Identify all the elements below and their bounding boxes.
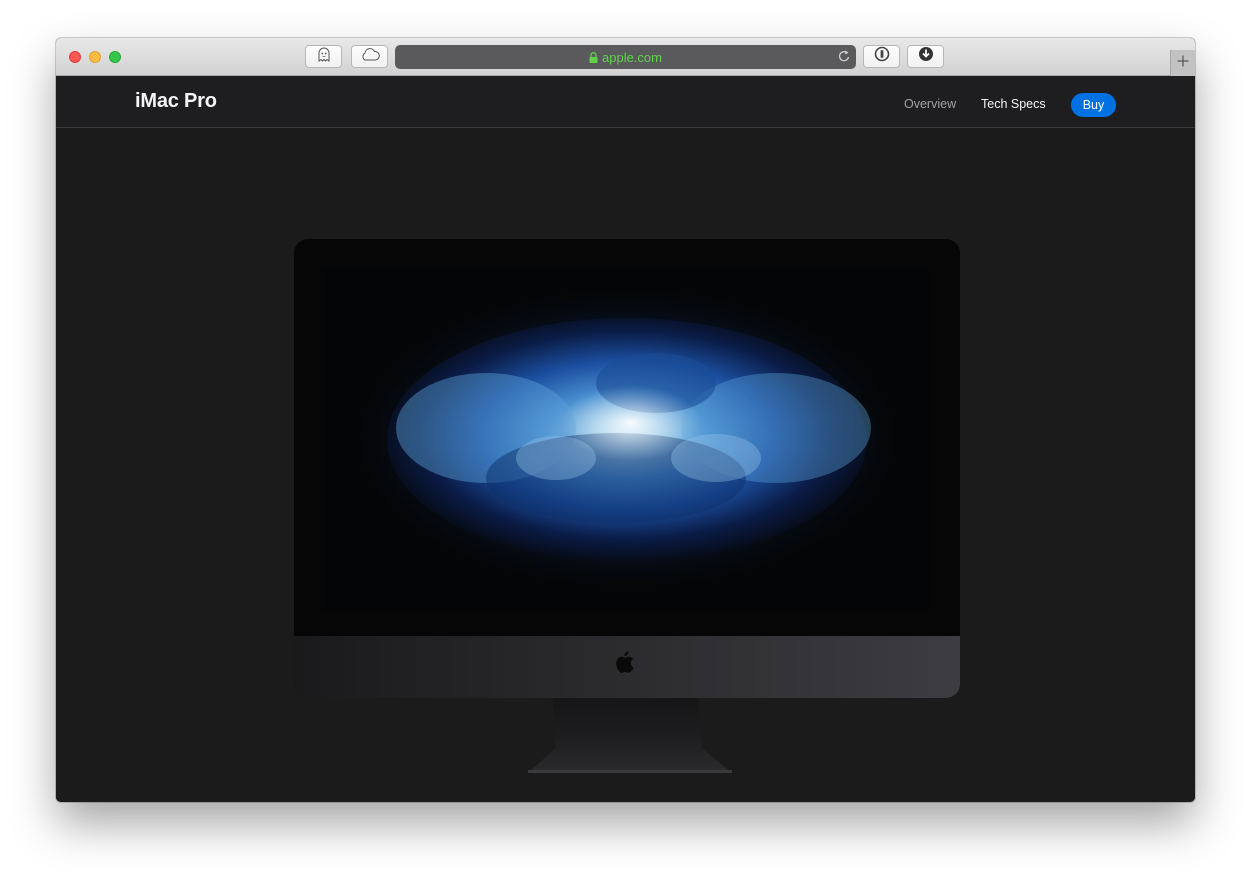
close-window-button[interactable] — [69, 51, 81, 63]
plus-icon — [1177, 54, 1189, 72]
product-title[interactable]: iMac Pro — [135, 90, 217, 113]
nav-link-tech-specs[interactable]: Tech Specs — [981, 97, 1046, 111]
reload-icon[interactable] — [837, 49, 851, 67]
buy-button[interactable]: Buy — [1071, 93, 1116, 117]
1password-icon — [874, 46, 890, 67]
imac-pro-product-image — [294, 239, 960, 773]
ghostery-extension-button[interactable] — [305, 45, 342, 68]
url-text: apple.com — [602, 49, 662, 65]
nav-link-overview[interactable]: Overview — [904, 97, 956, 111]
new-tab-button[interactable] — [1170, 50, 1195, 76]
browser-toolbar: apple.com — [56, 38, 1195, 76]
fullscreen-window-button[interactable] — [109, 51, 121, 63]
icloud-tabs-button[interactable] — [351, 45, 388, 68]
cloud-icon — [360, 47, 380, 66]
ghost-icon — [317, 47, 331, 67]
lock-icon — [589, 51, 598, 63]
browser-window: apple.com iMac Pro Overview Tech Specs B… — [56, 38, 1195, 802]
1password-button[interactable] — [863, 45, 900, 68]
download-icon — [918, 46, 934, 67]
product-local-nav: iMac Pro Overview Tech Specs Buy — [56, 76, 1195, 128]
downloads-button[interactable] — [907, 45, 944, 68]
address-bar[interactable]: apple.com — [395, 45, 856, 69]
hero-section — [56, 128, 1195, 802]
minimize-window-button[interactable] — [89, 51, 101, 63]
web-page: iMac Pro Overview Tech Specs Buy — [56, 76, 1195, 802]
